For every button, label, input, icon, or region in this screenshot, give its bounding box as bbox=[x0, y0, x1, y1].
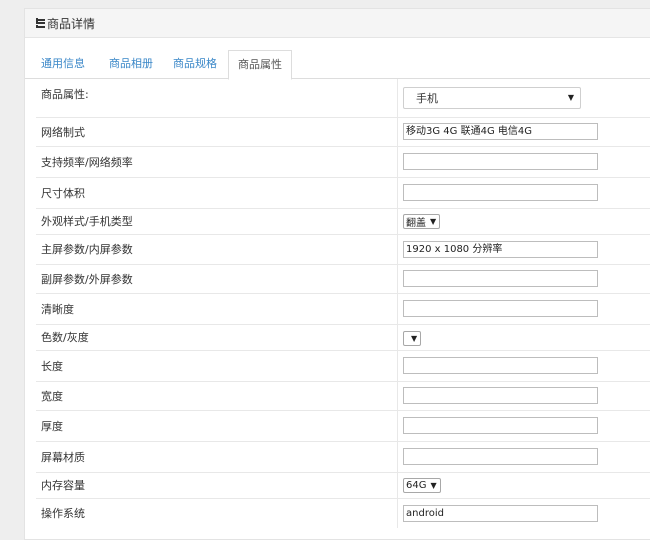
list-icon bbox=[34, 17, 45, 28]
clarity-input[interactable] bbox=[403, 300, 598, 317]
table-row: 支持频率/网络频率 bbox=[36, 145, 650, 177]
tab-general-info[interactable]: 通用信息 bbox=[33, 50, 93, 78]
attr-label: 色数/灰度 bbox=[36, 323, 398, 350]
attr-label: 支持频率/网络频率 bbox=[36, 145, 398, 177]
product-type-value: 手机 bbox=[416, 91, 438, 105]
size-volume-input[interactable] bbox=[403, 184, 598, 201]
memory-capacity-select[interactable]: 64G ▼ bbox=[403, 477, 441, 493]
chevron-down-icon: ▼ bbox=[411, 333, 418, 343]
frequency-input[interactable] bbox=[403, 153, 598, 170]
attr-type-label: 商品属性: bbox=[36, 79, 398, 117]
attr-label: 尺寸体积 bbox=[36, 176, 398, 208]
network-standard-input[interactable]: 移动3G 4G 联通4G 电信4G bbox=[403, 123, 598, 140]
table-row: 厚度 bbox=[36, 409, 650, 441]
attr-label: 屏幕材质 bbox=[36, 440, 398, 472]
table-row: 操作系统 android bbox=[36, 497, 650, 528]
thickness-input[interactable] bbox=[403, 417, 598, 434]
table-row: 副屏参数/外屏参数 bbox=[36, 263, 650, 293]
attr-label: 网络制式 bbox=[36, 116, 398, 146]
attr-label: 主屏参数/内屏参数 bbox=[36, 233, 398, 264]
attr-label: 副屏参数/外屏参数 bbox=[36, 263, 398, 293]
table-row: 宽度 bbox=[36, 380, 650, 410]
chevron-down-icon: ▼ bbox=[430, 480, 437, 490]
table-row: 尺寸体积 bbox=[36, 176, 650, 208]
panel-header: 商品详情 bbox=[25, 9, 650, 38]
attributes-table: 商品属性: 手机 ▼ 网络制式 移动3G 4G 联通4G 电信4G 支持频率/网… bbox=[36, 79, 650, 528]
phone-style-value: 翻盖 bbox=[406, 217, 426, 229]
tab-product-album[interactable]: 商品相册 bbox=[99, 50, 163, 78]
width-input[interactable] bbox=[403, 387, 598, 404]
table-row: 内存容量 64G ▼ bbox=[36, 471, 650, 498]
panel-title: 商品详情 bbox=[47, 16, 96, 31]
tab-bar: 通用信息 商品相册 商品规格 商品属性 bbox=[25, 50, 650, 80]
table-row: 色数/灰度 ▼ bbox=[36, 323, 650, 350]
attr-label: 内存容量 bbox=[36, 471, 398, 498]
attr-label: 宽度 bbox=[36, 380, 398, 410]
attr-label: 外观样式/手机类型 bbox=[36, 207, 398, 234]
chevron-down-icon: ▼ bbox=[567, 93, 574, 103]
attr-label: 长度 bbox=[36, 349, 398, 381]
attr-label: 操作系统 bbox=[36, 497, 398, 528]
main-screen-input[interactable]: 1920 x 1080 分辨率 bbox=[403, 240, 598, 258]
tab-product-attributes[interactable]: 商品属性 bbox=[228, 50, 292, 80]
length-input[interactable] bbox=[403, 357, 598, 374]
table-row: 屏幕材质 bbox=[36, 440, 650, 472]
chevron-down-icon: ▼ bbox=[430, 216, 437, 226]
color-depth-select[interactable]: ▼ bbox=[403, 330, 422, 346]
product-type-select[interactable]: 手机 ▼ bbox=[403, 86, 581, 109]
tab-product-spec[interactable]: 商品规格 bbox=[163, 50, 227, 78]
table-row: 商品属性: 手机 ▼ bbox=[36, 79, 650, 117]
table-row: 清晰度 bbox=[36, 292, 650, 324]
table-row: 主屏参数/内屏参数 1920 x 1080 分辨率 bbox=[36, 233, 650, 264]
memory-capacity-value: 64G bbox=[406, 479, 427, 491]
attr-label: 清晰度 bbox=[36, 292, 398, 324]
sub-screen-input[interactable] bbox=[403, 270, 598, 287]
attr-label: 厚度 bbox=[36, 409, 398, 441]
table-row: 网络制式 移动3G 4G 联通4G 电信4G bbox=[36, 116, 650, 146]
table-row: 长度 bbox=[36, 349, 650, 381]
product-detail-panel: 商品详情 通用信息 商品相册 商品规格 商品属性 商品属性: 手机 ▼ 网络制式… bbox=[24, 8, 650, 540]
screen-material-input[interactable] bbox=[403, 448, 598, 465]
phone-style-select[interactable]: 翻盖 ▼ bbox=[403, 213, 441, 229]
os-input[interactable]: android bbox=[403, 504, 598, 522]
table-row: 外观样式/手机类型 翻盖 ▼ bbox=[36, 207, 650, 234]
